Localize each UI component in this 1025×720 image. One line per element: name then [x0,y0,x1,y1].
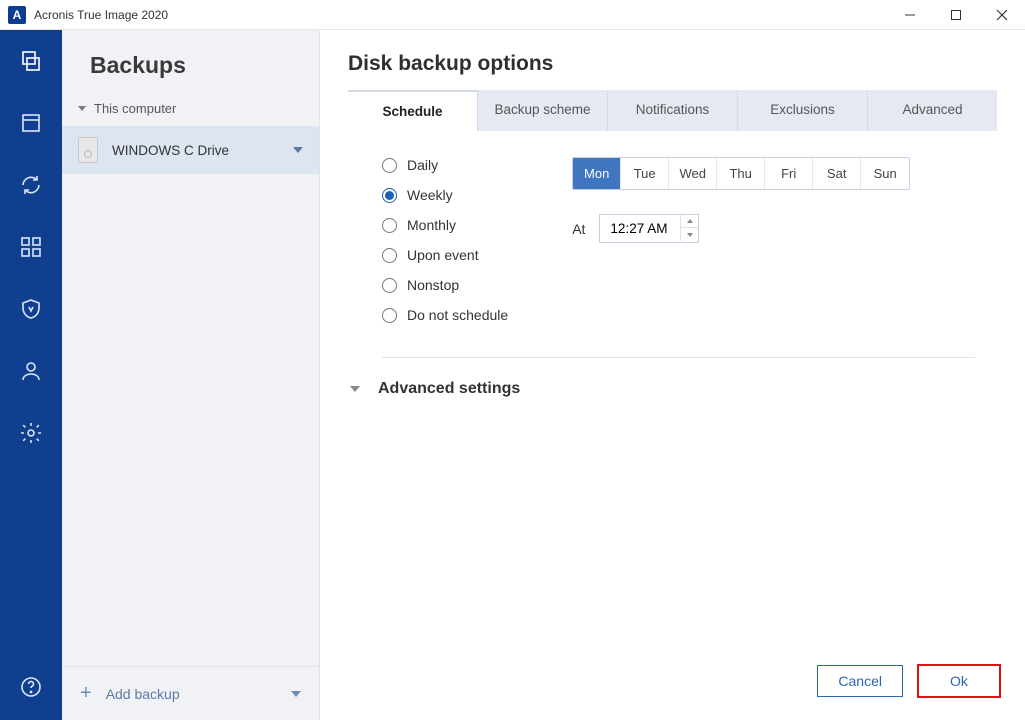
radio-upon-event-label: Upon event [407,247,479,263]
tree-label-text: This computer [94,101,176,116]
radio-do-not-schedule-label: Do not schedule [407,307,508,323]
radio-daily-label: Daily [407,157,438,173]
plus-icon: + [80,682,92,705]
plan-name: WINDOWS C Drive [112,143,293,158]
tree-this-computer[interactable]: This computer [62,97,319,126]
time-input[interactable] [600,215,680,242]
nav-account-icon[interactable] [18,358,44,384]
radio-do-not-schedule[interactable]: Do not schedule [382,307,508,323]
nav-settings-icon[interactable] [18,420,44,446]
add-backup-label: Add backup [106,686,180,702]
nav-archive-icon[interactable] [18,110,44,136]
app-logo: A [8,6,26,24]
footer: Cancel Ok [320,664,1025,720]
advanced-settings-toggle[interactable]: Advanced settings [320,380,1025,398]
day-sat[interactable]: Sat [813,158,861,189]
day-mon[interactable]: Mon [573,158,621,189]
window-title: Acronis True Image 2020 [34,8,887,22]
radio-nonstop[interactable]: Nonstop [382,277,508,293]
tabs: Schedule Backup scheme Notifications Exc… [348,90,997,131]
day-picker: Mon Tue Wed Thu Fri Sat Sun [572,157,910,190]
add-backup-button[interactable]: + Add backup [62,666,319,720]
nav-dashboard-icon[interactable] [18,234,44,260]
at-label: At [572,221,585,237]
tab-schedule[interactable]: Schedule [348,90,478,131]
day-tue[interactable]: Tue [621,158,669,189]
chevron-down-icon [293,147,303,153]
day-sun[interactable]: Sun [861,158,909,189]
backup-plan-item[interactable]: WINDOWS C Drive [62,126,319,174]
chevron-down-icon [291,691,301,697]
time-field [599,214,699,243]
nav-sync-icon[interactable] [18,172,44,198]
maximize-button[interactable] [933,0,979,30]
tab-backup-scheme[interactable]: Backup scheme [478,90,608,131]
disk-icon [78,137,98,163]
nav-backup-icon[interactable] [18,48,44,74]
caret-down-icon [78,106,86,111]
divider [382,357,975,358]
time-step-up[interactable] [680,215,698,228]
radio-monthly-label: Monthly [407,217,456,233]
page-title: Disk backup options [320,30,1025,90]
day-wed[interactable]: Wed [669,158,717,189]
radio-nonstop-label: Nonstop [407,277,459,293]
day-thu[interactable]: Thu [717,158,765,189]
advanced-settings-label: Advanced settings [378,380,520,398]
radio-daily[interactable]: Daily [382,157,508,173]
sidebar-heading: Backups [62,30,319,97]
tab-advanced[interactable]: Advanced [868,90,997,131]
main-panel: Disk backup options Schedule Backup sche… [320,30,1025,720]
radio-monthly[interactable]: Monthly [382,217,508,233]
radio-weekly[interactable]: Weekly [382,187,508,203]
chevron-down-icon [350,386,360,392]
nav-protection-icon[interactable] [18,296,44,322]
tab-notifications[interactable]: Notifications [608,90,738,131]
day-fri[interactable]: Fri [765,158,813,189]
time-step-down[interactable] [680,228,698,241]
radio-weekly-label: Weekly [407,187,453,203]
sidebar: Backups This computer WINDOWS C Drive + … [62,30,320,720]
minimize-button[interactable] [887,0,933,30]
nav-help-icon[interactable] [18,674,44,700]
ok-button[interactable]: Ok [917,664,1001,698]
schedule-radio-group: Daily Weekly Monthly Upon event Nonstop … [382,157,508,323]
tab-exclusions[interactable]: Exclusions [738,90,868,131]
titlebar: A Acronis True Image 2020 [0,0,1025,30]
radio-upon-event[interactable]: Upon event [382,247,508,263]
close-button[interactable] [979,0,1025,30]
cancel-button[interactable]: Cancel [817,665,903,697]
nav-rail [0,30,62,720]
